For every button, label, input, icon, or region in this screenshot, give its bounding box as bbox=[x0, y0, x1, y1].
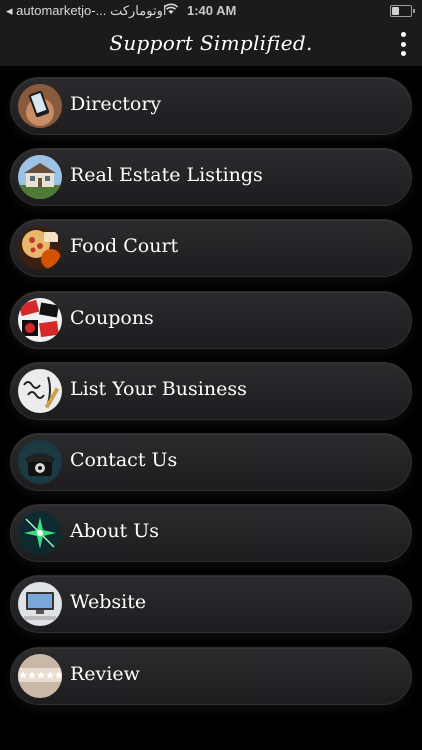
menu-item-website[interactable]: Website bbox=[10, 575, 412, 634]
sale-tags-thumbnail bbox=[18, 297, 62, 342]
battery-icon bbox=[390, 5, 415, 17]
menu-item-label: Contact Us bbox=[70, 448, 178, 471]
status-bar: ◂ automarketjo-... اوتومارکت 1:40 AM bbox=[0, 0, 422, 22]
wifi-icon bbox=[163, 3, 179, 18]
menu-item-label: Food Court bbox=[70, 235, 179, 258]
kebab-menu-icon[interactable] bbox=[398, 32, 408, 56]
menu-item-directory[interactable]: Directory bbox=[10, 77, 412, 135]
menu-item-real-estate-listings[interactable]: Real Estate Listings bbox=[10, 148, 412, 207]
main-menu: Directory Real Estate Listings Food Cour… bbox=[10, 77, 412, 718]
menu-item-food-court[interactable]: Food Court bbox=[10, 219, 412, 278]
menu-item-coupons[interactable]: Coupons bbox=[10, 290, 412, 349]
back-to-app-link[interactable]: ◂ automarketjo-... اوتومارکت bbox=[6, 3, 166, 19]
menu-item-label: Review bbox=[70, 662, 140, 685]
computer-thumbnail bbox=[18, 582, 62, 627]
telephone-thumbnail bbox=[18, 439, 62, 484]
menu-item-label: Coupons bbox=[70, 306, 154, 329]
menu-item-contact-us[interactable]: Contact Us bbox=[10, 432, 412, 491]
menu-item-about-us[interactable]: About Us bbox=[10, 504, 412, 563]
app-title: Support Simplified. bbox=[109, 31, 313, 55]
menu-item-list-your-business[interactable]: List Your Business bbox=[10, 361, 412, 420]
menu-item-review[interactable]: Review bbox=[10, 646, 412, 705]
app-header: Support Simplified. bbox=[0, 22, 422, 66]
phone-in-hand-thumbnail bbox=[18, 84, 62, 128]
sign-up-thumbnail bbox=[18, 368, 62, 413]
menu-item-label: Website bbox=[70, 591, 147, 614]
menu-item-label: List Your Business bbox=[70, 377, 247, 400]
menu-item-label: Directory bbox=[70, 93, 162, 115]
pizza-thumbnail bbox=[18, 226, 62, 271]
house-thumbnail bbox=[18, 155, 62, 200]
battery-level bbox=[392, 7, 399, 15]
menu-item-label: Real Estate Listings bbox=[70, 164, 263, 187]
sparkle-thumbnail bbox=[18, 511, 62, 556]
stars-thumbnail bbox=[18, 653, 62, 698]
menu-item-label: About Us bbox=[70, 520, 159, 543]
status-time: 1:40 AM bbox=[187, 3, 237, 18]
